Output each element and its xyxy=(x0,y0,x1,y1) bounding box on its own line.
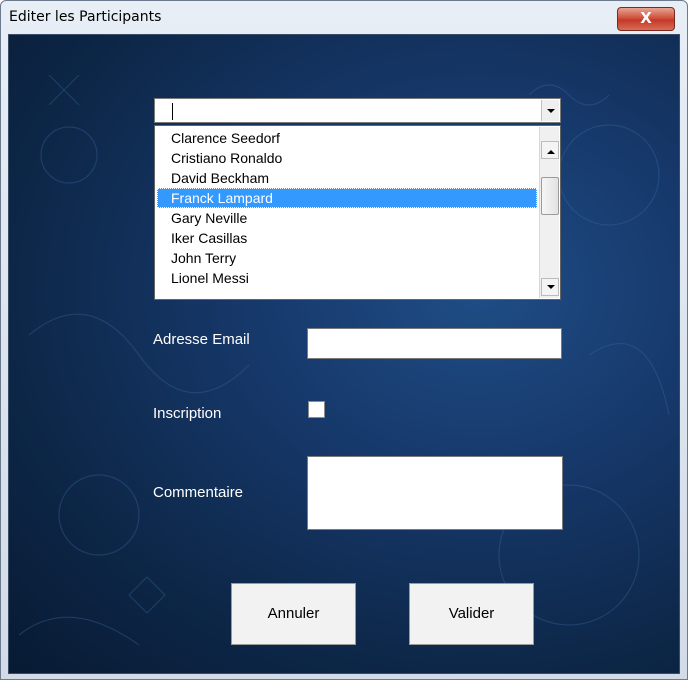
cancel-button[interactable]: Annuler xyxy=(231,583,356,645)
dialog-window: Editer les Participants X Clarence Seedo… xyxy=(0,0,688,680)
list-item[interactable]: Clarence Seedorf xyxy=(157,128,537,148)
scroll-up-button[interactable] xyxy=(541,141,559,159)
list-item-selected[interactable]: Franck Lampard xyxy=(157,188,537,208)
list-item[interactable]: Lionel Messi xyxy=(157,268,537,288)
close-icon: X xyxy=(640,9,652,27)
scroll-thumb[interactable] xyxy=(541,177,559,215)
chevron-up-icon xyxy=(547,150,555,154)
email-field[interactable] xyxy=(307,328,562,359)
inscription-checkbox[interactable] xyxy=(308,401,325,418)
dropdown-button[interactable] xyxy=(541,100,559,121)
list-item[interactable]: John Terry xyxy=(157,248,537,268)
form-area: Clarence Seedorf Cristiano Ronaldo David… xyxy=(8,34,680,674)
chevron-down-icon xyxy=(547,109,555,113)
title-bar[interactable]: Editer les Participants X xyxy=(1,1,687,33)
comment-label: Commentaire xyxy=(153,484,244,501)
list-scrollbar[interactable] xyxy=(539,127,559,298)
comment-field[interactable] xyxy=(307,456,563,530)
window-title: Editer les Participants xyxy=(9,9,162,25)
scroll-down-button[interactable] xyxy=(541,278,559,296)
email-label: Adresse Email xyxy=(153,331,250,348)
participant-dropdown-list[interactable]: Clarence Seedorf Cristiano Ronaldo David… xyxy=(154,125,561,300)
list-item[interactable]: Cristiano Ronaldo xyxy=(157,148,537,168)
text-caret xyxy=(172,103,173,120)
close-button[interactable]: X xyxy=(617,7,675,31)
chevron-down-icon xyxy=(547,285,555,289)
inscription-label: Inscription xyxy=(153,405,222,422)
participant-combobox[interactable] xyxy=(154,98,561,123)
list-item[interactable]: Gary Neville xyxy=(157,208,537,228)
submit-button[interactable]: Valider xyxy=(409,583,534,645)
list-item[interactable]: David Beckham xyxy=(157,168,537,188)
list-item[interactable]: Iker Casillas xyxy=(157,228,537,248)
